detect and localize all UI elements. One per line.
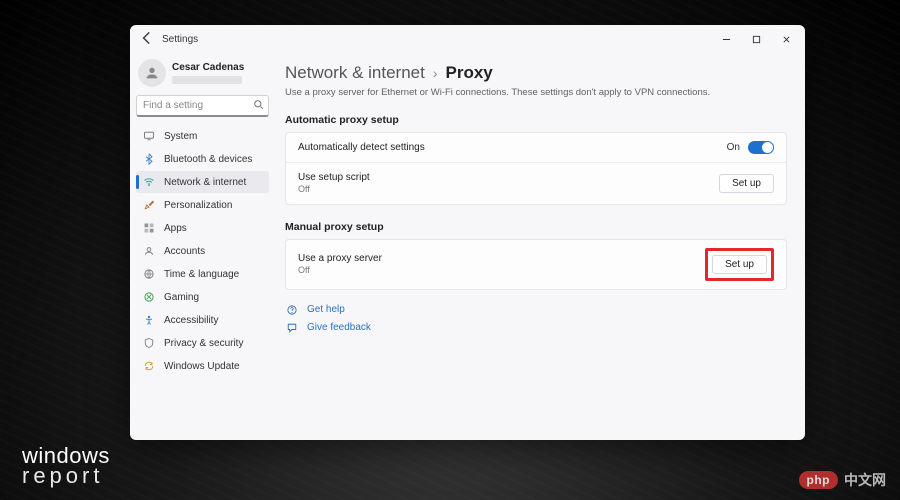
accounts-icon xyxy=(142,245,156,257)
user-email-redacted xyxy=(172,76,242,84)
breadcrumb: Network & internet › Proxy xyxy=(285,63,787,83)
gaming-icon xyxy=(142,291,156,303)
sidebar-item-label: System xyxy=(164,131,197,142)
sidebar: Cesar Cadenas System Bluetooth & devices xyxy=(130,53,275,440)
row-label: Use setup script xyxy=(298,171,370,184)
arrow-left-icon xyxy=(138,29,156,47)
auto-detect-toggle[interactable] xyxy=(748,141,774,154)
get-help-link[interactable]: Get help xyxy=(285,304,787,316)
setup-script-button[interactable]: Set up xyxy=(719,174,774,193)
sidebar-item-personalization[interactable]: Personalization xyxy=(136,194,269,216)
page-description: Use a proxy server for Ethernet or Wi-Fi… xyxy=(285,87,787,98)
globe-icon xyxy=(142,268,156,280)
minimize-button[interactable] xyxy=(711,25,741,53)
breadcrumb-parent[interactable]: Network & internet xyxy=(285,63,425,83)
user-meta: Cesar Cadenas xyxy=(172,62,244,84)
link-label: Get help xyxy=(307,304,345,315)
sidebar-item-label: Accounts xyxy=(164,246,205,257)
accessibility-icon xyxy=(142,314,156,326)
sidebar-item-time-language[interactable]: Time & language xyxy=(136,263,269,285)
sidebar-item-bluetooth[interactable]: Bluetooth & devices xyxy=(136,148,269,170)
sidebar-item-label: Gaming xyxy=(164,292,199,303)
sidebar-item-system[interactable]: System xyxy=(136,125,269,147)
sidebar-item-label: Personalization xyxy=(164,200,232,211)
maximize-icon xyxy=(752,35,761,44)
section-title-manual: Manual proxy setup xyxy=(285,221,787,233)
settings-window: Settings Cesar Cadenas xyxy=(130,25,805,440)
row-setup-script: Use setup script Off Set up xyxy=(286,162,786,204)
help-icon xyxy=(285,304,299,316)
shield-icon xyxy=(142,337,156,349)
highlight-annotation: Set up xyxy=(705,248,774,281)
apps-icon xyxy=(142,222,156,234)
row-sublabel: Off xyxy=(298,184,370,196)
watermark-php: php 中文网 xyxy=(799,470,887,490)
sidebar-item-label: Privacy & security xyxy=(164,338,243,349)
row-sublabel: Off xyxy=(298,265,382,277)
search-icon xyxy=(253,99,264,113)
chevron-right-icon: › xyxy=(433,65,438,81)
sidebar-item-label: Network & internet xyxy=(164,177,246,188)
row-label: Use a proxy server xyxy=(298,252,382,265)
avatar xyxy=(138,59,166,87)
link-label: Give feedback xyxy=(307,322,371,333)
row-label: Automatically detect settings xyxy=(298,141,425,154)
minimize-icon xyxy=(722,35,731,44)
wm-text: 中文网 xyxy=(844,470,886,490)
maximize-button[interactable] xyxy=(741,25,771,53)
sidebar-item-label: Time & language xyxy=(164,269,239,280)
wm-line2: report xyxy=(22,466,110,486)
sidebar-item-privacy[interactable]: Privacy & security xyxy=(136,332,269,354)
sidebar-item-label: Accessibility xyxy=(164,315,218,326)
feedback-icon xyxy=(285,322,299,334)
wifi-icon xyxy=(142,176,156,188)
sidebar-item-label: Apps xyxy=(164,223,187,234)
bluetooth-icon xyxy=(142,153,156,165)
back-button[interactable] xyxy=(138,29,156,50)
sidebar-item-network[interactable]: Network & internet xyxy=(136,171,269,193)
search-input[interactable] xyxy=(136,95,269,117)
toggle-state: On xyxy=(727,142,740,153)
main-content: Network & internet › Proxy Use a proxy s… xyxy=(275,53,805,440)
update-icon xyxy=(142,360,156,372)
search-wrap xyxy=(136,95,269,117)
close-icon xyxy=(782,35,791,44)
section-title-auto: Automatic proxy setup xyxy=(285,114,787,126)
nav: System Bluetooth & devices Network & int… xyxy=(136,125,269,377)
watermark-windows-report: windows report xyxy=(22,446,110,486)
use-proxy-setup-button[interactable]: Set up xyxy=(712,255,767,274)
sidebar-item-windows-update[interactable]: Windows Update xyxy=(136,355,269,377)
sidebar-item-label: Bluetooth & devices xyxy=(164,154,252,165)
window-title: Settings xyxy=(162,34,198,45)
brush-icon xyxy=(142,199,156,211)
sidebar-item-label: Windows Update xyxy=(164,361,240,372)
row-auto-detect: Automatically detect settings On xyxy=(286,133,786,162)
help-links: Get help Give feedback xyxy=(285,304,787,334)
user-name: Cesar Cadenas xyxy=(172,62,244,74)
sidebar-item-gaming[interactable]: Gaming xyxy=(136,286,269,308)
sidebar-item-accessibility[interactable]: Accessibility xyxy=(136,309,269,331)
sidebar-item-accounts[interactable]: Accounts xyxy=(136,240,269,262)
page-title: Proxy xyxy=(446,63,493,83)
row-use-proxy: Use a proxy server Off Set up xyxy=(286,240,786,289)
wm-badge: php xyxy=(799,471,839,489)
person-icon xyxy=(144,65,160,81)
sidebar-item-apps[interactable]: Apps xyxy=(136,217,269,239)
manual-proxy-card: Use a proxy server Off Set up xyxy=(285,239,787,290)
system-icon xyxy=(142,130,156,142)
give-feedback-link[interactable]: Give feedback xyxy=(285,322,787,334)
close-button[interactable] xyxy=(771,25,801,53)
auto-proxy-card: Automatically detect settings On Use set… xyxy=(285,132,787,205)
titlebar: Settings xyxy=(130,25,805,53)
user-card[interactable]: Cesar Cadenas xyxy=(136,57,269,93)
